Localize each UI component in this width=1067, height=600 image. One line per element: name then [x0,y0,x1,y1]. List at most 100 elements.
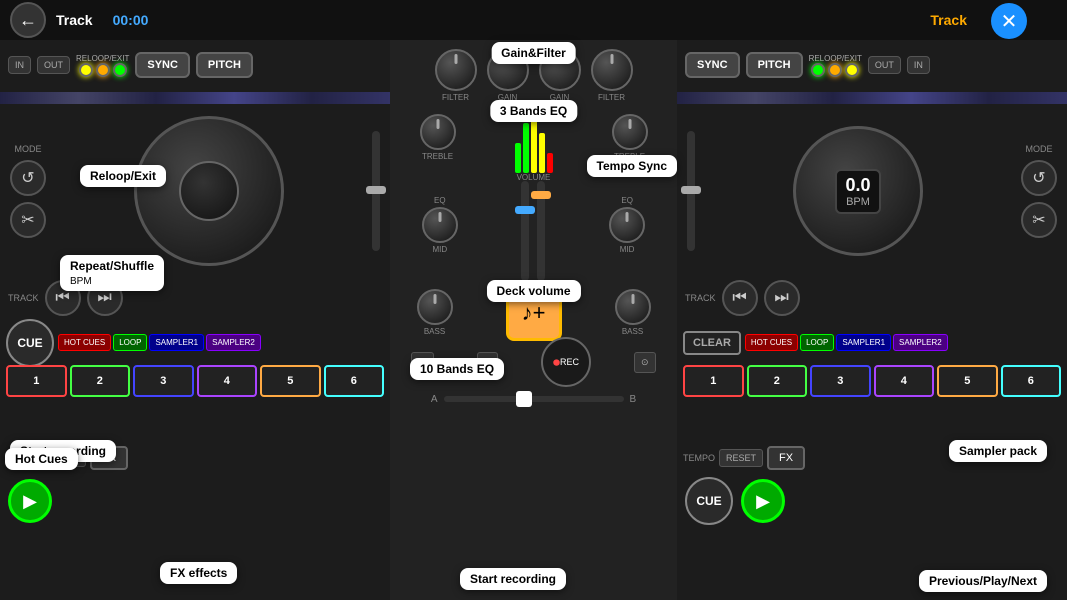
left-sync-button[interactable]: SYNC [135,52,190,78]
right-pad-6[interactable]: 6 [1001,365,1062,397]
right-cue-button[interactable]: CUE [685,477,733,525]
right-prev-button[interactable]: ⏮ [722,280,758,316]
previous-play-next-tooltip: Previous/Play/Next [919,570,1047,592]
right-tab-loop[interactable]: LOOP [800,334,834,351]
left-out-button[interactable]: OUT [37,56,70,74]
right-tab-sampler2[interactable]: SAMPLER2 [893,334,948,351]
right-pad-3[interactable]: 3 [810,365,871,397]
left-jog-wheel[interactable] [134,116,284,266]
left-pad-1[interactable]: 1 [6,365,67,397]
treble-left-circle[interactable] [420,114,456,150]
left-pad-2[interactable]: 2 [70,365,131,397]
left-pad-4[interactable]: 4 [197,365,258,397]
left-next-button[interactable]: ⏭ [87,280,123,316]
left-play-icon: ▶ [23,491,37,512]
right-next-button[interactable]: ⏭ [764,280,800,316]
right-pitch-button[interactable]: PITCH [746,52,803,78]
left-volume-fader[interactable] [521,181,529,281]
right-play-button[interactable]: ▶ [741,479,785,523]
right-sync-button[interactable]: SYNC [685,52,740,78]
right-pad-5[interactable]: 5 [937,365,998,397]
rec-icon: ⏺ [553,354,560,371]
right-reset-button[interactable]: RESET [719,449,763,467]
faders-area [521,165,545,285]
left-play-button[interactable]: ▶ [8,479,52,523]
bass-left-label: BASS [424,327,445,336]
back-button[interactable]: ← [10,2,46,38]
bass-row: BASS ♪+ BASS [390,285,677,340]
left-jog-inner [179,161,239,221]
right-tempo-label: TEMPO [683,453,715,463]
left-pitch-thumb [366,186,386,194]
left-tab-sampler1[interactable]: SAMPLER1 [149,334,204,351]
right-pitch-slider[interactable] [687,131,695,251]
left-shuffle-button[interactable]: ✂ [10,202,46,238]
right-in-button[interactable]: IN [907,56,930,74]
left-in-button[interactable]: IN [8,56,31,74]
mixer-target-button[interactable]: ⊙ [634,352,656,373]
right-fx-button[interactable]: FX [767,446,805,470]
left-led-green [113,63,127,77]
left-tab-hotcues[interactable]: HOT CUES [58,334,111,351]
left-pad-5[interactable]: 5 [260,365,321,397]
left-tempo-label: TEMPO [6,453,38,463]
left-fx-button[interactable]: FX [90,446,128,470]
right-bpm-display: 0.0 BPM [835,169,880,214]
right-jog-bpm-container: 0.0 BPM [793,126,923,256]
eq-right-circle[interactable] [609,207,645,243]
right-tab-sampler1[interactable]: SAMPLER1 [836,334,891,351]
bass-right-circle[interactable] [615,289,651,325]
right-track-label: TRACK [685,293,716,303]
left-cue-button[interactable]: CUE [6,319,54,367]
left-prev-button[interactable]: ⏮ [45,280,81,316]
left-pitch-slider[interactable] [372,131,380,251]
left-pitch-button[interactable]: PITCH [196,52,253,78]
left-reset-button[interactable]: RESET [42,449,86,467]
mixer-equalizer-button[interactable]: ⊞ [477,352,499,373]
mixer-settings-button[interactable]: ⚙ [411,352,433,373]
sampler-add-button[interactable]: ♪+ [506,285,562,341]
left-tab-loop[interactable]: LOOP [113,334,147,351]
treble-right-circle[interactable] [612,114,648,150]
bass-left-knob: BASS [417,289,453,336]
left-tab-sampler2[interactable]: SAMPLER2 [206,334,261,351]
eq-left-circle[interactable] [422,207,458,243]
left-fader-container [521,181,529,281]
rec-button[interactable]: ⏺ REC [541,337,591,387]
filter-right-knob-circle[interactable] [591,49,633,91]
treble-left-label: TREBLE [422,152,453,161]
crossfader[interactable] [444,396,624,402]
gain-right-knob-circle[interactable] [539,49,581,91]
close-icon: ✕ [1001,9,1018,34]
right-volume-fader[interactable] [537,181,545,281]
right-clear-button[interactable]: CLEAR [683,331,741,355]
treble-right-label: TREBLE [614,152,645,161]
filter-left-knob-circle[interactable] [435,49,477,91]
left-track-label: TRACK [8,293,39,303]
right-pad-1[interactable]: 1 [683,365,744,397]
right-out-button[interactable]: OUT [868,56,901,74]
right-play-icon: ▶ [756,491,770,512]
left-waveform [0,92,390,104]
right-shuffle-button[interactable]: ✂ [1021,202,1057,238]
bass-right-knob: BASS [615,289,651,336]
bass-left-circle[interactable] [417,289,453,325]
close-button[interactable]: ✕ [991,3,1027,39]
cf-b-label: B [630,394,637,405]
crossfader-thumb [516,391,532,407]
mid-left-label: MID [432,245,447,254]
right-jog-wheel[interactable]: 0.0 BPM [793,126,923,256]
eq-right-label: EQ [621,196,633,205]
right-pad-2[interactable]: 2 [747,365,808,397]
left-pitch-slider-area [372,106,380,276]
gain-left-knob-circle[interactable] [487,49,529,91]
left-pad-3[interactable]: 3 [133,365,194,397]
eq-right: EQ MID [609,196,645,254]
left-pad-6[interactable]: 6 [324,365,385,397]
cf-a-label: A [431,394,438,405]
right-pad-4[interactable]: 4 [874,365,935,397]
left-repeat-button[interactable]: ↺ [10,160,46,196]
right-tab-hotcues[interactable]: HOT CUES [745,334,798,351]
left-fader-thumb [515,206,535,214]
right-repeat-button[interactable]: ↺ [1021,160,1057,196]
